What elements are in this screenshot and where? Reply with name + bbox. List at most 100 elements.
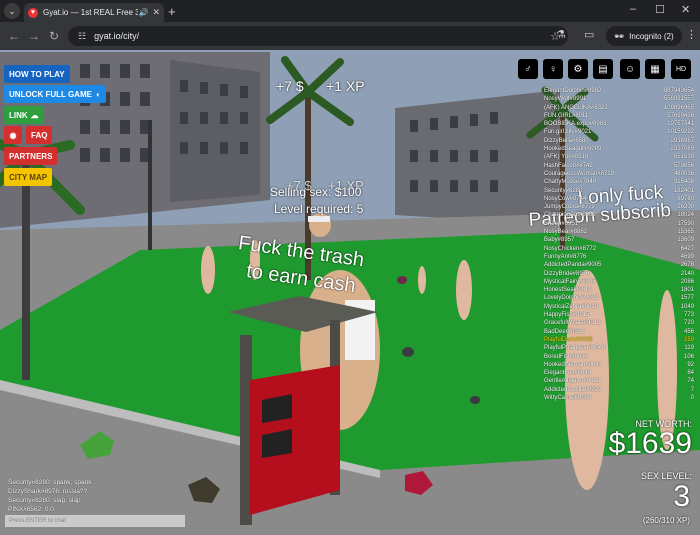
partners-button[interactable]: PARTNERS (4, 147, 58, 165)
leaderboard-score: 119 (684, 345, 694, 352)
tab-search-icon[interactable]: ⌄ (4, 3, 20, 19)
leaderboard-player-name: NosyWolf#8991 (544, 96, 587, 103)
leaderboard-player-name: CharmingAnt#8969 (544, 212, 596, 219)
how-to-play-button[interactable]: HOW TO PLAY (4, 65, 70, 83)
leaderboard-score: 558091557 (663, 96, 694, 103)
reload-icon[interactable]: ↻ (44, 29, 64, 43)
audio-icon[interactable]: 🔊 (138, 8, 148, 17)
browser-tab[interactable]: ♥ Gyat.io — 1st REAL Free 3D 🔊 ✕ (24, 3, 164, 22)
leaderboard-row: HookedWoman#9037 92 (544, 362, 694, 370)
forward-icon[interactable]: → (24, 29, 44, 43)
leaderboard-player-name: DizzyBride#8976 (544, 270, 590, 277)
leaderboard-score: 13609 (677, 237, 694, 244)
faq-button[interactable]: FAQ (26, 126, 53, 144)
leaderboard-score: 57699436 (667, 112, 694, 119)
close-window-icon[interactable]: ✕ (681, 3, 690, 16)
labs-flask-icon[interactable]: ⚗ (556, 28, 566, 41)
chat-line: Security#8280: spank, spank (8, 479, 92, 488)
leaderboard-score: 2918967 (670, 137, 694, 144)
minimize-icon[interactable]: – (630, 3, 636, 15)
leaderboard-score: 92 (687, 361, 694, 368)
leaderboard-player-name: LovelyDolphin#9033 (544, 295, 599, 302)
chat-input[interactable]: Press ENTER to chat (5, 515, 185, 527)
selling-sex-text: Selling sex: $100 (270, 185, 362, 199)
leaderboard-score: 18024 (677, 212, 694, 219)
leaderboard-player-name: AddictedPanda#9005 (544, 262, 602, 269)
favicon-icon: ♥ (28, 7, 38, 18)
chat-message: slap, slap (53, 497, 81, 504)
male-avatar-icon[interactable]: ♂ (518, 59, 538, 79)
leaderboard-score: 456 (683, 328, 694, 335)
leaderboard-score: 1049 (680, 303, 694, 310)
chat-user: DizzyShark#8976: (8, 488, 61, 495)
unlock-full-game-button[interactable]: UNLOCK FULL GAME ◐ (4, 85, 106, 103)
leaderboard-player-name: BoredFish#9034 (544, 353, 589, 360)
leaderboard-score: 7 (690, 386, 694, 393)
leaderboard-score: 579856 (673, 162, 694, 169)
address-bar[interactable]: ☷ gyat.io/city/ ☆ (68, 26, 568, 46)
reward-xp-top: +1 XP (326, 78, 365, 94)
browser-menu-icon[interactable]: ⋮ (686, 28, 697, 41)
chat-user: Security#8280: (8, 497, 52, 504)
city-map-button[interactable]: CITY MAP (4, 168, 53, 186)
sex-level-value: 3 (673, 480, 690, 513)
back-icon[interactable]: ← (4, 29, 24, 43)
site-info-icon[interactable]: ☷ (78, 31, 86, 42)
leaderboard-row: Security#8280 182401 (544, 188, 694, 196)
incognito-badge[interactable]: 🕶 Incognito (2) (606, 26, 682, 46)
level-required-text: Level required: 5 (274, 202, 364, 216)
leaderboard-score: 6427 (680, 245, 694, 252)
discord-button[interactable]: ◉ (4, 126, 22, 144)
leaderboard-player-name: HookedWoman#9037 (544, 361, 602, 368)
leaderboard-score: 74 (687, 378, 694, 385)
leaderboard-score: 182401 (673, 187, 694, 194)
leaderboard-row: BoredFish#9034 106 (544, 354, 694, 362)
chat-log: Security#8280: spank, spank DizzyShark#89… (8, 479, 92, 515)
leaderboard-score: 1577 (680, 295, 694, 302)
link-label: LINK (9, 110, 28, 120)
leaderboard-score: 2140 (680, 270, 694, 277)
journal-icon[interactable]: ▤ (593, 59, 613, 79)
female-avatar-icon[interactable]: ♀ (543, 59, 563, 79)
reward-cash-top: +7 $ (276, 78, 304, 94)
leaderboard-row: FunnyAnt#8776 4699 (544, 254, 694, 262)
leaderboard-row: ChattyMoose#7848 315408 (544, 179, 694, 187)
leaderboard-row: (AFK) Yuri#8918 651599 (544, 154, 694, 162)
emoji-icon[interactable]: ☺ (620, 59, 640, 79)
chat-message: russia?? (62, 488, 88, 495)
leaderboard: ElegantDolphin#8982 887943654 NosyWolf#899… (544, 88, 694, 403)
chat-user: PINX#8562: (8, 506, 44, 513)
leaderboard-row: NosyWolf#8991 558091557 (544, 96, 694, 104)
browser-toolbar: ← → ↻ ☷ gyat.io/city/ ☆ ⚗ ▭ 🕶 Incognito … (0, 22, 700, 50)
chat-line: DizzyShark#8976: russia?? (8, 488, 92, 497)
leaderboard-player-name: Security#8280 (544, 187, 583, 194)
leaderboard-player-name: DizzyBella#8580 (544, 137, 589, 144)
leaderboard-row: Fun.girl.city#9021 10159292 (544, 129, 694, 137)
leaderboard-player-name: Fun.girl.city#9021 (544, 129, 592, 136)
leaderboard-score: 10159292 (667, 129, 694, 136)
settings-gear-icon[interactable]: ⚙ (568, 59, 588, 79)
leaderboard-score: 720 (683, 320, 694, 327)
browser-tab-bar: ⌄ ♥ Gyat.io — 1st REAL Free 3D 🔊 ✕ + – ☐… (0, 0, 700, 22)
chat-line: PINX#8562: 0.0 (8, 506, 92, 515)
incognito-label: Incognito (2) (629, 31, 674, 41)
leaderboard-player-name: MysticalZebra#9019 (544, 303, 599, 310)
leaderboard-player-name: GentleAlligator#9022 (544, 378, 601, 385)
leaderboard-score: 2086 (680, 278, 694, 285)
leaderboard-player-name: ChattyMoose#7848 (544, 179, 597, 186)
leaderboard-score: 17590 (677, 220, 694, 227)
clipboard-icon[interactable]: ▦ (645, 59, 665, 79)
incognito-icon: 🕶 (614, 31, 625, 41)
leaderboard-player-name: PlayfulPolarBear#9040 (544, 345, 606, 352)
leaderboard-player-name: NosyChicken#8772 (544, 245, 597, 252)
close-tab-icon[interactable]: ✕ (152, 7, 160, 18)
cast-icon[interactable]: ▭ (584, 28, 594, 41)
leaderboard-row: DizzyBride#8976 2140 (544, 271, 694, 279)
patreon-icon: ◐ (95, 89, 101, 99)
new-tab-icon[interactable]: + (168, 4, 176, 19)
chat-user: Security#8280: (8, 479, 52, 486)
link-button[interactable]: LINK ☁ (4, 106, 44, 124)
maximize-icon[interactable]: ☐ (655, 3, 665, 16)
game-canvas[interactable]: HOW TO PLAY UNLOCK FULL GAME ◐ LINK ☁ ◉ FA… (0, 50, 700, 535)
hd-quality-icon[interactable]: HD (671, 59, 691, 79)
